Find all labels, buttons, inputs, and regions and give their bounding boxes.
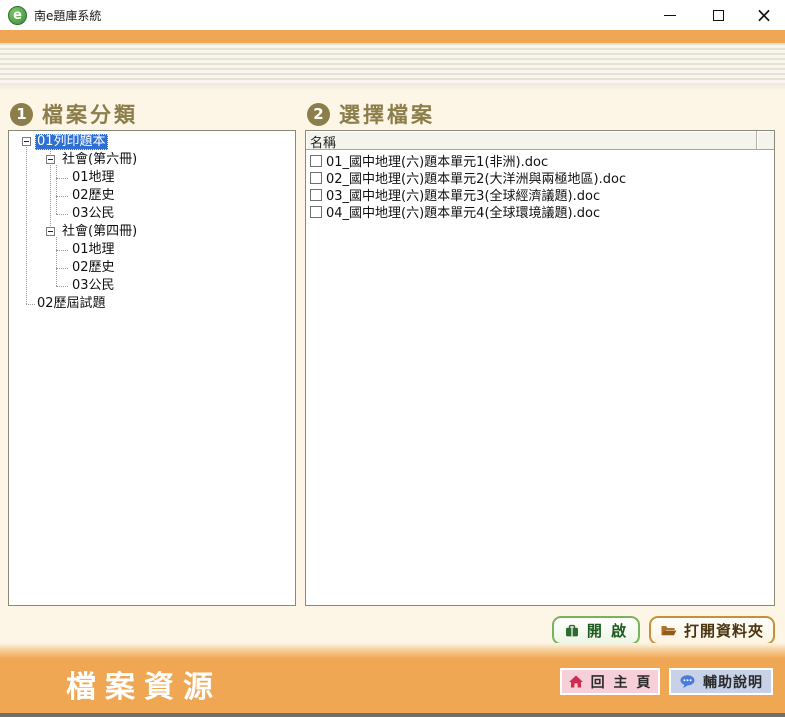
tree-expand-minus-icon[interactable] — [46, 155, 55, 164]
action-buttons: 開 啟 打開資料夾 — [552, 616, 775, 645]
title-bar: e 南e題庫系統 × — [0, 0, 785, 30]
file-checkbox[interactable] — [310, 206, 322, 218]
tree-item-label: 02歷史 — [70, 260, 117, 276]
footer-title: 檔案資源 — [66, 662, 222, 706]
window-bottom-edge — [0, 713, 785, 717]
file-name: 04_國中地理(六)題本單元4(全球環境議題).doc — [326, 202, 600, 221]
tree-item-label-selected: 01列印題本 — [35, 134, 108, 150]
file-row[interactable]: 01_國中地理(六)題本單元1(非洲).doc — [306, 152, 774, 169]
tree-item-label: 02歷史 — [70, 188, 117, 204]
file-checkbox[interactable] — [310, 155, 322, 167]
file-row[interactable]: 03_國中地理(六)題本單元3(全球經濟議題).doc — [306, 186, 774, 203]
speech-bubble-icon — [679, 674, 696, 689]
maximize-button[interactable] — [703, 0, 733, 30]
footer-buttons: 回 主 頁 輔助說明 — [560, 668, 773, 695]
tree-item[interactable]: 03公民 — [9, 277, 295, 295]
tree-rows: 01列印題本社會(第六冊)01地理02歷史03公民社會(第四冊)01地理02歷史… — [9, 131, 295, 313]
maximize-icon — [713, 10, 724, 21]
tree-item[interactable]: 02歷史 — [9, 187, 295, 205]
app-logo-icon: e — [8, 6, 27, 25]
tree-connector-stub — [56, 268, 68, 269]
tree-item[interactable]: 01列印題本 — [9, 133, 295, 151]
tree-expand-minus-icon[interactable] — [22, 137, 31, 146]
file-list-panel: 名稱 01_國中地理(六)題本單元1(非洲).doc02_國中地理(六)題本單元… — [305, 130, 775, 606]
tree-connector-stub — [56, 196, 68, 197]
tree-item[interactable]: 社會(第六冊) — [9, 151, 295, 169]
tree-connector-stub — [26, 304, 35, 305]
help-button[interactable]: 輔助說明 — [669, 668, 773, 695]
home-button-label: 回 主 頁 — [591, 672, 653, 692]
tree-item[interactable]: 02歷史 — [9, 259, 295, 277]
tree-item-label: 社會(第四冊) — [60, 224, 139, 240]
step-2-badge: 2 — [307, 103, 330, 126]
section-header-files: 2 選擇檔案 — [307, 98, 435, 130]
open-button[interactable]: 開 啟 — [552, 616, 640, 645]
minimize-button[interactable] — [655, 0, 685, 30]
app-window: e 南e題庫系統 × 1 檔案分類 2 選擇檔案 01列印題本社會(第六冊)01… — [0, 0, 785, 717]
home-button[interactable]: 回 主 頁 — [560, 668, 660, 695]
tree-connector-stub — [56, 250, 68, 251]
tree-item-label: 01地理 — [70, 242, 117, 258]
footer-bar: 檔案資源 回 主 頁 輔助說明 — [0, 643, 785, 713]
tree-item[interactable]: 03公民 — [9, 205, 295, 223]
file-row[interactable]: 04_國中地理(六)題本單元4(全球環境議題).doc — [306, 203, 774, 220]
stripe-fade — [0, 83, 785, 91]
accent-band — [0, 30, 785, 43]
tree-item[interactable]: 01地理 — [9, 169, 295, 187]
section-header-categories: 1 檔案分類 — [10, 98, 138, 130]
minimize-icon — [664, 15, 676, 16]
close-icon: × — [756, 0, 773, 30]
file-rows: 01_國中地理(六)題本單元1(非洲).doc02_國中地理(六)題本單元2(大… — [306, 150, 774, 220]
tree-connector-stub — [56, 286, 68, 287]
help-button-label: 輔助說明 — [703, 672, 763, 692]
open-button-label: 開 啟 — [587, 620, 628, 641]
section-title-files: 選擇檔案 — [339, 99, 435, 129]
stripe-decoration — [0, 43, 785, 83]
category-tree-panel: 01列印題本社會(第六冊)01地理02歷史03公民社會(第四冊)01地理02歷史… — [8, 130, 296, 606]
tree-item-label: 社會(第六冊) — [60, 152, 139, 168]
tree-item-label: 01地理 — [70, 170, 117, 186]
tree-item[interactable]: 社會(第四冊) — [9, 223, 295, 241]
tree-connector-stub — [56, 214, 68, 215]
tree-item-label: 03公民 — [70, 206, 117, 222]
tree-item-label: 03公民 — [70, 278, 117, 294]
open-folder-button-label: 打開資料夾 — [684, 620, 764, 641]
column-header-filler — [757, 131, 774, 149]
house-icon — [568, 674, 584, 689]
tree-item[interactable]: 02歷屆試題 — [9, 295, 295, 313]
column-header-name[interactable]: 名稱 — [306, 131, 757, 149]
step-1-badge: 1 — [10, 103, 33, 126]
section-title-categories: 檔案分類 — [42, 99, 138, 129]
tree-connector-stub — [56, 178, 68, 179]
file-checkbox[interactable] — [310, 189, 322, 201]
list-header: 名稱 — [306, 131, 774, 150]
briefcase-icon — [564, 623, 580, 639]
tree-item-label: 02歷屆試題 — [35, 296, 108, 312]
open-folder-icon — [660, 623, 677, 638]
tree-item[interactable]: 01地理 — [9, 241, 295, 259]
tree-expand-minus-icon[interactable] — [46, 227, 55, 236]
window-title: 南e題庫系統 — [34, 7, 101, 24]
file-checkbox[interactable] — [310, 172, 322, 184]
open-folder-button[interactable]: 打開資料夾 — [649, 616, 775, 645]
close-button[interactable]: × — [749, 0, 779, 30]
file-row[interactable]: 02_國中地理(六)題本單元2(大洋洲與兩極地區).doc — [306, 169, 774, 186]
